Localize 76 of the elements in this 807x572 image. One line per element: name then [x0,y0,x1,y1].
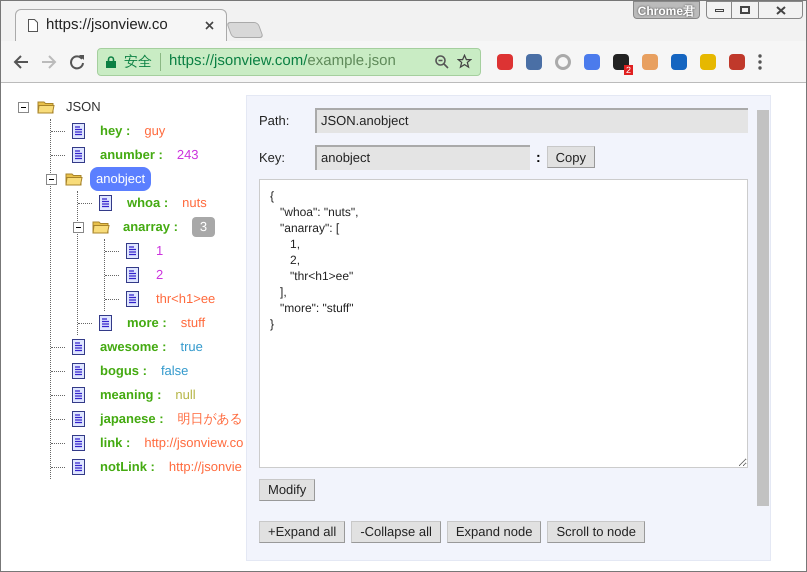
profile-button[interactable]: Chrome君 [632,1,700,19]
tree-node-key[interactable]: bogus : [94,359,153,383]
key-label: Key: [259,148,286,167]
folder-icon [92,220,110,234]
document-icon [72,123,84,139]
document-icon [72,459,84,475]
tree-node-key[interactable]: anobject [90,167,152,191]
tree-node-key[interactable]: japanese : [94,407,170,431]
tree-node-key[interactable]: more : [121,311,173,335]
tree-action-button[interactable]: +Expand all [259,521,346,543]
tree-node-key[interactable]: notLink : [94,455,161,479]
modify-button[interactable]: Modify [259,478,316,501]
collapse-toggle[interactable] [73,222,84,232]
menu-icon[interactable] [758,54,762,70]
tree-node-value: 1 [156,242,164,260]
tree-node-key[interactable]: awesome : [94,335,172,359]
page-icon [28,19,38,32]
tree-node-value: null [175,386,196,404]
folder-icon [37,100,55,114]
tree-node-key[interactable]: link : [94,431,136,455]
document-icon [72,339,84,355]
document-icon [72,387,84,403]
back-icon[interactable] [13,54,29,70]
url-text: https://jsonview.com/example.json [169,51,397,72]
document-icon [126,243,138,259]
folder-icon [65,172,83,186]
close-button[interactable] [758,1,803,19]
document-icon [98,195,112,211]
tab-title: https://jsonview.co [46,15,169,36]
minimize-button[interactable] [706,1,732,19]
tree-node-value: 明日がある [178,410,243,428]
document-icon [72,435,84,451]
tree-node-key[interactable]: whoa : [121,191,174,215]
count-badge: 3 [192,217,216,237]
tree-node-label[interactable]: JSON [62,97,105,117]
tree-node-value: guy [144,122,166,140]
maximize-button[interactable] [732,1,758,19]
document-icon [72,411,84,427]
star-icon[interactable] [457,54,472,69]
document-icon [126,267,138,283]
tree-node-key[interactable]: hey : [94,119,136,143]
tree-action-button[interactable]: Scroll to node [547,521,645,543]
close-icon [776,6,786,14]
key-field[interactable]: anobject [315,145,530,170]
tree-node-key[interactable]: meaning : [94,383,168,407]
lock-icon [106,56,116,68]
tree-node-value: 2 [156,266,164,284]
tree-node-value: false [160,362,188,380]
tree-action-button[interactable]: Expand node [446,521,542,543]
document-icon [126,291,138,307]
tree-node-key[interactable]: anumber : [94,143,169,167]
close-icon[interactable] [205,21,214,30]
reload-icon[interactable] [69,54,85,70]
tree-node-key[interactable]: anarray : [117,215,184,239]
document-icon [72,147,84,163]
collapse-toggle[interactable] [18,102,29,112]
tree-action-button[interactable]: -Collapse all [351,521,441,543]
tree-node-value: true [180,338,203,356]
address-bar[interactable]: 安全 https://jsonview.com/example.json [97,48,481,76]
tree-node-value: http://jsonview.co [144,434,244,452]
document-icon [98,315,112,331]
copy-button[interactable]: Copy [546,146,596,168]
tree-node-value: thr<h1>ee [156,290,216,308]
path-label: Path: [259,112,290,130]
json-editor[interactable]: { "whoa": "nuts", "anarray": [ 1, 2, "thr<h1>ee" ], "more": "stuff" } [259,179,748,468]
tree-node-value: stuff [180,314,206,332]
zoom-icon[interactable] [435,54,449,68]
browser-tab[interactable]: https://jsonview.co [15,9,227,41]
tree-node-value: http://jsonvie [168,458,242,476]
key-separator: : [536,148,541,167]
tree-node-value: nuts [182,194,207,212]
document-icon [72,363,84,379]
secure-label: 安全 [124,52,152,71]
tree-node-value: 243 [176,146,199,164]
path-field[interactable]: JSON.anobject [315,108,748,133]
collapse-toggle[interactable] [46,174,57,184]
